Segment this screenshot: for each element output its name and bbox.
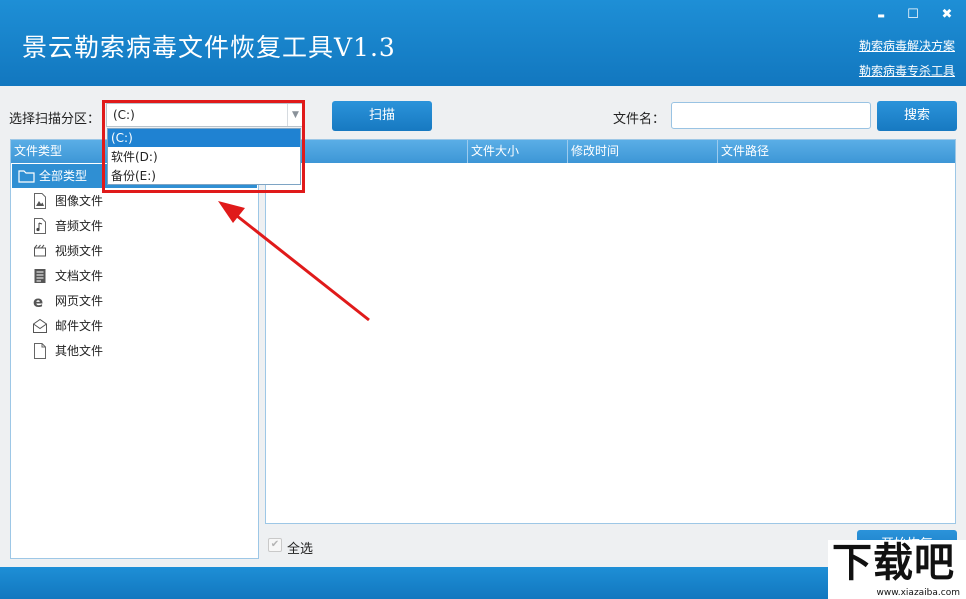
other-file-icon [34,343,46,359]
watermark-url: www.xiazaiba.com [876,588,960,598]
file-type-panel: 文件类型 全部类型 图像文件 音频文件 视频文件 文档文件 e 网页文件 邮件文… [10,139,259,559]
app-title: 景云勒索病毒文件恢复工具V1.3 [22,33,396,62]
title-bar: 景云勒索病毒文件恢复工具V1.3 ▬ ☐ ✖ 勒索病毒解决方案 勒索病毒专杀工具 [0,0,966,86]
column-header-size[interactable]: 文件大小 [467,140,567,163]
video-file-icon [34,244,46,257]
column-header-path[interactable]: 文件路径 [717,140,955,163]
results-table: 文件大小 修改时间 文件路径 [265,139,956,524]
tree-root-label: 全部类型 [39,169,88,183]
svg-text:e: e [33,293,43,309]
tree-item-label: 视频文件 [55,244,104,258]
audio-file-icon [34,218,46,234]
folder-icon [18,170,35,183]
maximize-icon: ☐ [907,7,919,22]
partition-label: 选择扫描分区： [9,112,101,127]
minimize-icon: ▬ [877,11,885,20]
status-bar [0,567,966,599]
mail-file-icon [33,318,47,333]
tree-item-label: 邮件文件 [55,319,104,333]
close-icon: ✖ [941,7,953,22]
ransomware-removal-link[interactable]: 勒索病毒专杀工具 [859,62,955,79]
select-all-checkbox[interactable]: ✔ [268,538,282,552]
tree-item-label: 图像文件 [55,194,104,208]
highlight-box [102,100,305,193]
scan-button[interactable]: 扫描 [332,101,432,131]
image-file-icon [34,193,46,209]
checkmark-icon: ✔ [270,539,280,550]
tree-item-label: 音频文件 [55,219,104,233]
search-button[interactable]: 搜索 [877,101,957,131]
web-file-icon: e [33,293,43,309]
ransomware-solution-link[interactable]: 勒索病毒解决方案 [859,37,955,54]
minimize-button[interactable]: ▬ [871,6,891,24]
column-header-modified[interactable]: 修改时间 [567,140,717,163]
tree-item-label: 网页文件 [55,294,104,308]
watermark-text: 下载吧 [832,540,955,586]
document-file-icon [34,269,46,283]
table-header: 文件大小 修改时间 文件路径 [266,140,955,163]
filename-label: 文件名： [613,112,666,127]
filename-input[interactable] [671,102,871,129]
maximize-button[interactable]: ☐ [903,6,923,24]
watermark-logo: 下载吧 www.xiazaiba.com [828,540,966,599]
tree-item-label: 文档文件 [55,269,104,283]
tree-item-label: 其他文件 [55,344,104,358]
select-all-label: 全选 [287,542,314,557]
close-button[interactable]: ✖ [937,6,957,24]
